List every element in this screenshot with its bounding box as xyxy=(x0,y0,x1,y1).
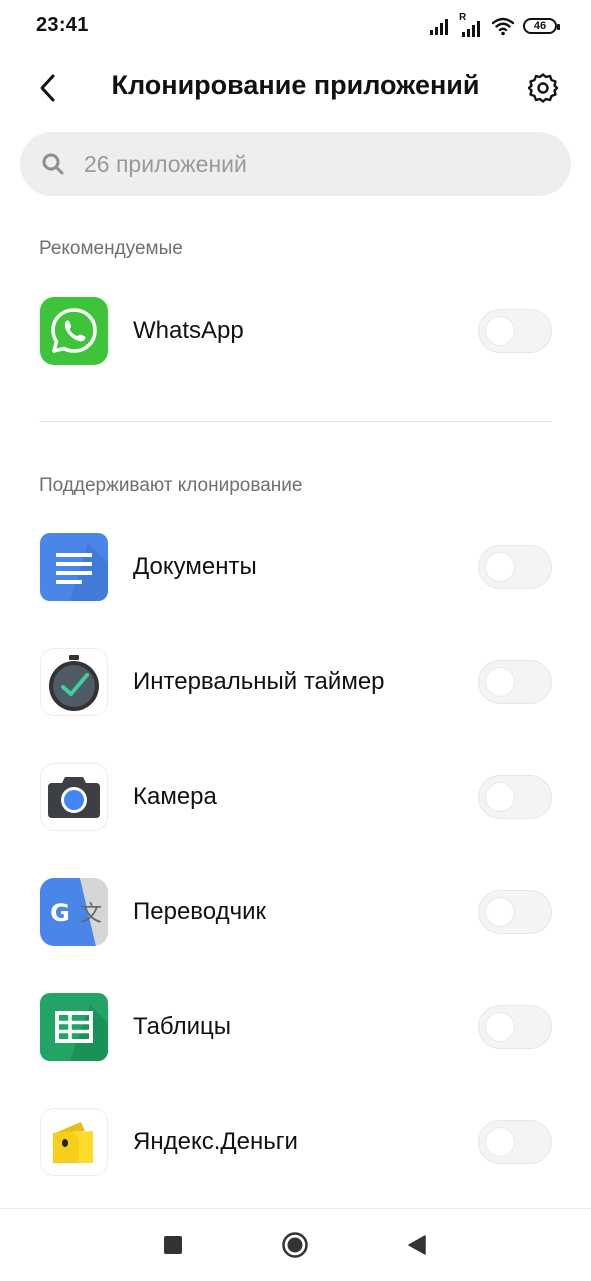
app-name: WhatsApp xyxy=(133,317,244,344)
app-row-whatsapp[interactable]: WhatsApp xyxy=(0,281,591,381)
app-name: Интервальный таймер xyxy=(133,668,385,695)
whatsapp-icon xyxy=(40,297,108,365)
app-name: Документы xyxy=(133,553,257,580)
battery-icon: 46 xyxy=(523,18,560,34)
app-row-translate[interactable]: G 文 Переводчик xyxy=(0,862,591,962)
toggle-knob xyxy=(486,1128,514,1156)
search-bar[interactable] xyxy=(20,132,571,196)
header: Клонирование приложений xyxy=(0,60,591,118)
page-title: Клонирование приложений xyxy=(111,70,480,100)
circle-icon xyxy=(282,1232,308,1258)
recents-button[interactable] xyxy=(153,1225,193,1265)
status-bar: 23:41 R 46 xyxy=(0,0,591,52)
clone-toggle-translate[interactable] xyxy=(478,890,552,934)
stopwatch-icon xyxy=(40,648,108,716)
signal-icon xyxy=(430,19,448,35)
toggle-knob xyxy=(486,317,514,345)
svg-text:文: 文 xyxy=(80,902,102,927)
triangle-back-icon xyxy=(408,1235,426,1255)
section-label-recommended: Рекомендуемые xyxy=(39,238,183,259)
toggle-knob xyxy=(486,783,514,811)
clone-toggle-docs[interactable] xyxy=(478,545,552,589)
section-divider xyxy=(39,421,552,422)
nav-back-button[interactable] xyxy=(397,1225,437,1265)
app-row-camera[interactable]: Камера xyxy=(0,747,591,847)
navigation-bar xyxy=(0,1208,591,1281)
app-name: Камера xyxy=(133,783,217,810)
search-icon xyxy=(40,151,66,177)
wallet-icon xyxy=(40,1108,108,1176)
app-row-docs[interactable]: Документы xyxy=(0,517,591,617)
app-row-sheets[interactable]: Таблицы xyxy=(0,977,591,1077)
square-icon xyxy=(164,1236,182,1254)
clone-toggle-whatsapp[interactable] xyxy=(478,309,552,353)
app-name: Переводчик xyxy=(133,898,267,925)
toggle-knob xyxy=(486,898,514,926)
clone-toggle-yandex-money[interactable] xyxy=(478,1120,552,1164)
wifi-icon xyxy=(491,17,515,36)
battery-level: 46 xyxy=(533,20,547,32)
gear-icon xyxy=(527,73,559,103)
app-row-interval-timer[interactable]: Интервальный таймер xyxy=(0,632,591,732)
toggle-knob xyxy=(486,553,514,581)
section-label-supported: Поддерживают клонирование xyxy=(39,475,303,496)
toggle-knob xyxy=(486,668,514,696)
clone-toggle-interval-timer[interactable] xyxy=(478,660,552,704)
svg-text:G: G xyxy=(50,899,70,927)
home-button[interactable] xyxy=(275,1225,315,1265)
camera-icon xyxy=(40,763,108,831)
toggle-knob xyxy=(486,1013,514,1041)
app-name: Яндекс.Деньги xyxy=(133,1128,298,1155)
clone-toggle-sheets[interactable] xyxy=(478,1005,552,1049)
status-time: 23:41 xyxy=(36,14,89,36)
docs-icon xyxy=(40,533,108,601)
settings-button[interactable] xyxy=(523,68,563,108)
sheets-icon xyxy=(40,993,108,1061)
app-name: Таблицы xyxy=(133,1013,232,1040)
clone-toggle-camera[interactable] xyxy=(478,775,552,819)
signal-roaming-icon: R xyxy=(459,12,483,37)
status-icons: R 46 xyxy=(429,12,560,38)
translate-icon: G 文 xyxy=(40,878,108,946)
app-row-yandex-money[interactable]: Яндекс.Деньги xyxy=(0,1092,591,1192)
search-input[interactable] xyxy=(82,149,526,179)
